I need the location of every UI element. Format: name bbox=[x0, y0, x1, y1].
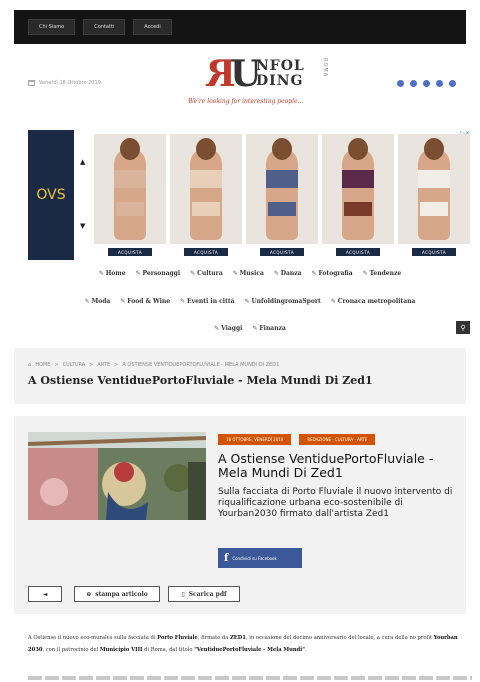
nav-item[interactable]: Moda bbox=[85, 298, 111, 305]
ad-product-card[interactable]: ACQUISTA bbox=[94, 134, 166, 258]
search-icon: ⚲ bbox=[460, 323, 466, 332]
topnav-contatti[interactable]: Contatti bbox=[83, 19, 126, 35]
back-arrow-icon: ◄ bbox=[42, 590, 48, 598]
site-header: Venerdì 18 Ottobre 2019 R U NFOL DING RO… bbox=[14, 52, 466, 118]
breadcrumb-section: ⌂ HOME > CULTURA > ARTE > A OSTIENSE VEN… bbox=[14, 348, 466, 404]
header-date: Venerdì 18 Ottobre 2019 bbox=[28, 80, 101, 86]
facebook-share-button[interactable]: f Condividi su Facebook bbox=[218, 548, 302, 568]
article-subtitle: Sulla facciata di Porto Fluviale il nuov… bbox=[218, 487, 453, 519]
breadcrumb: ⌂ HOME > CULTURA > ARTE > A OSTIENSE VEN… bbox=[28, 362, 280, 368]
ad-product-card[interactable]: ACQUISTA bbox=[246, 134, 318, 258]
product-photo[interactable] bbox=[94, 134, 166, 244]
buy-button[interactable]: ACQUISTA bbox=[412, 248, 456, 256]
download-pdf-button[interactable]: ▯ Scarica pdf bbox=[168, 586, 240, 602]
nav-item[interactable]: Fotografia bbox=[312, 270, 352, 277]
logo-line-1: NFOL bbox=[256, 58, 305, 74]
nav-item[interactable]: Cultura bbox=[190, 270, 223, 277]
top-bar: Chi Siamo Contatti Accedi bbox=[14, 10, 466, 44]
ad-product-card[interactable]: ACQUISTA bbox=[170, 134, 242, 258]
home-icon: ⌂ bbox=[28, 362, 32, 368]
pdf-icon: ▯ bbox=[181, 590, 185, 598]
ad-product-card[interactable]: ACQUISTA bbox=[398, 134, 470, 258]
product-photo[interactable] bbox=[398, 134, 470, 244]
nav-item[interactable]: Danza bbox=[274, 270, 302, 277]
facebook-icon: f bbox=[224, 552, 229, 564]
facebook-share-label: Condividi su Facebook bbox=[232, 555, 277, 561]
product-photo[interactable] bbox=[170, 134, 242, 244]
nav-item[interactable]: Eventi in città bbox=[180, 298, 234, 305]
nav-item[interactable]: Tendenze bbox=[363, 270, 402, 277]
logo-roma: ROMA bbox=[322, 58, 328, 78]
buy-button[interactable]: ACQUISTA bbox=[108, 248, 152, 256]
article-title: A Ostiense VentiduePortoFluviale - Mela … bbox=[218, 451, 434, 480]
nav-item[interactable]: Cronaca metropolitana bbox=[331, 298, 416, 305]
breadcrumb-current: A OSTIENSE VENTIDUEPORTOFLUVIALE - MELA … bbox=[122, 362, 280, 368]
social-links bbox=[397, 80, 456, 87]
date-text: Venerdì 18 Ottobre 2019 bbox=[39, 80, 101, 86]
main-nav-row-1: Home Personaggi Cultura Musica Danza Fotograf… bbox=[28, 270, 472, 277]
nav-item[interactable]: Finanza bbox=[252, 325, 285, 332]
nav-item[interactable]: UnfoldingromaSport bbox=[245, 298, 320, 305]
main-nav-row-3: Viaggi Finanza bbox=[28, 325, 472, 332]
main-nav-row-2: Moda Food & Wine Eventi in città Unfoldingr… bbox=[28, 298, 472, 305]
calendar-icon bbox=[28, 80, 35, 86]
product-photo[interactable] bbox=[246, 134, 318, 244]
buy-button[interactable]: ACQUISTA bbox=[184, 248, 228, 256]
rss-icon[interactable] bbox=[449, 80, 456, 87]
breadcrumb-arte[interactable]: ARTE bbox=[97, 362, 110, 368]
youtube-icon[interactable] bbox=[436, 80, 443, 87]
twitter-icon[interactable] bbox=[410, 80, 417, 87]
print-icon: ⊖ bbox=[86, 590, 92, 598]
instagram-icon[interactable] bbox=[423, 80, 430, 87]
nav-item[interactable]: Viaggi bbox=[214, 325, 242, 332]
article-body-continued bbox=[28, 676, 472, 680]
search-button[interactable]: ⚲ bbox=[456, 321, 470, 334]
logo-line-2: DING bbox=[256, 73, 304, 89]
ad-banner[interactable]: OVS ▲ ▼ ▷✕ ACQUISTAACQUISTAACQUISTAACQUI… bbox=[28, 130, 472, 260]
page-title: A Ostiense VentiduePortoFluviale - Mela … bbox=[28, 374, 373, 387]
logo-tagline: We're looking for interesting people... bbox=[188, 98, 304, 105]
ad-brand-logo[interactable]: OVS bbox=[28, 130, 74, 260]
nav-item[interactable]: Food & Wine bbox=[120, 298, 170, 305]
article-body: A Ostiense il nuovo eco-murales sulla fa… bbox=[28, 635, 458, 653]
tag-category[interactable]: REDAZIONE - CULTURA - ARTE bbox=[299, 434, 376, 445]
article-tags: 18 OTTOBRE, VENERDÌ 2019 REDAZIONE - CUL… bbox=[218, 434, 376, 445]
print-label: stampa articolo bbox=[95, 590, 148, 598]
article-header: 18 OTTOBRE, VENERDÌ 2019 REDAZIONE - CUL… bbox=[14, 416, 466, 614]
article-image bbox=[28, 432, 206, 520]
ad-product-card[interactable]: ACQUISTA bbox=[322, 134, 394, 258]
breadcrumb-home[interactable]: HOME bbox=[35, 362, 50, 368]
carousel-up-icon[interactable]: ▲ bbox=[80, 158, 85, 166]
breadcrumb-cultura[interactable]: CULTURA bbox=[63, 362, 86, 368]
back-button[interactable]: ◄ bbox=[28, 586, 62, 602]
facebook-icon[interactable] bbox=[397, 80, 404, 87]
site-logo[interactable]: R U NFOL DING ROMA We're looking for int… bbox=[188, 53, 334, 110]
topnav-chi-siamo[interactable]: Chi Siamo bbox=[28, 19, 76, 35]
nav-item[interactable]: Musica bbox=[233, 270, 264, 277]
topnav-accedi[interactable]: Accedi bbox=[133, 19, 172, 35]
buy-button[interactable]: ACQUISTA bbox=[260, 248, 304, 256]
print-article-button[interactable]: ⊖ stampa articolo bbox=[74, 586, 160, 602]
tag-date[interactable]: 18 OTTOBRE, VENERDÌ 2019 bbox=[218, 434, 292, 445]
carousel-down-icon[interactable]: ▼ bbox=[80, 222, 85, 230]
nav-item[interactable]: Personaggi bbox=[136, 270, 181, 277]
pdf-label: Scarica pdf bbox=[188, 590, 227, 598]
nav-item[interactable]: Home bbox=[99, 270, 126, 277]
buy-button[interactable]: ACQUISTA bbox=[336, 248, 380, 256]
product-photo[interactable] bbox=[322, 134, 394, 244]
